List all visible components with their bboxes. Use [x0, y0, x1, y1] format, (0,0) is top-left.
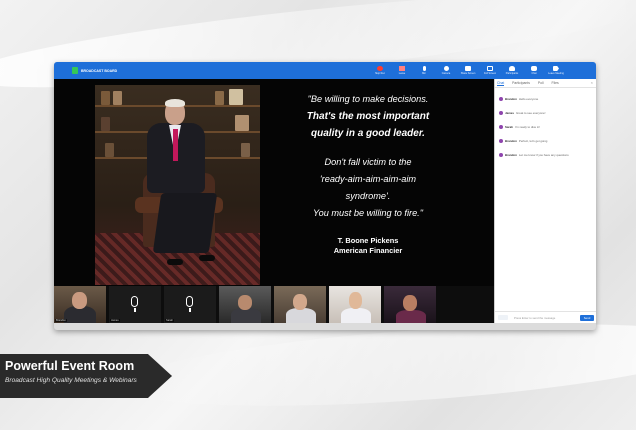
- chat-message: Sarah I'm ready to dive in!: [499, 124, 596, 130]
- message-text: Let me know if you have any questions: [518, 153, 569, 157]
- avatar: [499, 97, 503, 101]
- camera-icon: [443, 66, 449, 71]
- participant-strip: Brandon James Sarah: [54, 286, 494, 323]
- participant-tile[interactable]: [219, 286, 271, 323]
- avatar: [499, 125, 503, 129]
- chat-input[interactable]: Press Enter to send the message: [514, 316, 574, 320]
- participant-tile[interactable]: [329, 286, 381, 323]
- message-text: Hello everyone: [518, 97, 539, 101]
- send-button[interactable]: Send: [580, 315, 594, 321]
- message-author: Brandon: [505, 97, 517, 101]
- chat-message: Brandon Hello everyone: [499, 96, 596, 102]
- leave-button[interactable]: Leave: [391, 62, 413, 79]
- logo-text: BROADCAST BOARD: [81, 68, 118, 73]
- chat-panel: Chat Participants Poll Files × Brandon H…: [494, 79, 596, 323]
- banner-subtitle: Broadcast High Quality Meetings & Webina…: [5, 377, 137, 384]
- mic-button[interactable]: Mic: [413, 62, 435, 79]
- tool-label: Stop Rec: [375, 72, 385, 75]
- participants-icon: [509, 66, 515, 71]
- participant-name: Brandon: [55, 319, 67, 322]
- emoji-icon[interactable]: [498, 315, 508, 320]
- participant-tile[interactable]: [274, 286, 326, 323]
- quote-line: You must be willing to fire.": [313, 208, 423, 218]
- participants-button[interactable]: Participants: [501, 62, 523, 79]
- fullscreen-icon: [487, 66, 493, 71]
- chat-message: Brandon Let me know if you have any ques…: [499, 152, 596, 158]
- chat-message: James Great to see everyone!: [499, 110, 596, 116]
- quote-line: "Be willing to make decisions.: [307, 94, 429, 104]
- quote-author: T. Boone Pickens: [337, 236, 399, 245]
- tab-files[interactable]: Files: [552, 81, 559, 85]
- leave-meeting-button[interactable]: Leave Meeting: [545, 62, 567, 79]
- participant-name: James: [110, 319, 120, 322]
- message-author: Brandon: [505, 153, 517, 157]
- mic-icon: [186, 296, 193, 307]
- participant-name: Sarah: [165, 319, 174, 322]
- quote-line: 'ready-aim-aim-aim-aim: [319, 174, 417, 184]
- app-logo: BROADCAST BOARD: [72, 67, 117, 74]
- quote-line: quality in a good leader.: [311, 128, 425, 139]
- promo-banner: Powerful Event Room Broadcast High Quali…: [0, 354, 172, 398]
- tool-label: Camera: [441, 72, 451, 75]
- stop-recording-button[interactable]: Stop Rec: [369, 62, 391, 79]
- record-icon: [377, 66, 383, 71]
- tool-label: Chat: [531, 72, 537, 75]
- tool-label: Leave: [398, 72, 406, 75]
- message-text: Great to see everyone!: [516, 111, 546, 115]
- mic-icon: [131, 296, 138, 307]
- chat-tabs: Chat Participants Poll Files ×: [495, 79, 596, 88]
- participant-tile[interactable]: Sarah: [164, 286, 216, 323]
- share-screen-icon: [465, 66, 471, 71]
- camera-button[interactable]: Camera: [435, 62, 457, 79]
- mic-icon: [422, 66, 426, 71]
- close-icon[interactable]: ×: [591, 80, 593, 85]
- chat-button[interactable]: Chat: [523, 62, 545, 79]
- banner-title: Powerful Event Room: [5, 359, 135, 373]
- tool-label: Leave Meeting: [548, 72, 564, 75]
- avatar: [499, 153, 503, 157]
- participant-tile[interactable]: James: [109, 286, 161, 323]
- message-author: James: [505, 111, 515, 115]
- logo-mark-icon: [72, 67, 78, 74]
- participant-tile[interactable]: Brandon: [54, 286, 106, 323]
- chat-composer: Press Enter to send the message Send: [495, 311, 596, 323]
- message-author: Brandon: [505, 139, 517, 143]
- main-presentation-stage: "Be willing to make decisions. That's th…: [54, 79, 494, 302]
- leave-icon: [399, 66, 405, 71]
- avatar: [499, 139, 503, 143]
- exit-icon: [553, 66, 559, 71]
- top-toolbar: BROADCAST BOARD Stop Rec Leave Mic Camer…: [54, 62, 596, 79]
- message-text: I'm ready to dive in!: [515, 125, 541, 129]
- tool-label: Share Screen: [460, 72, 476, 75]
- quote-author-role: American Financier: [333, 246, 403, 255]
- tool-label: Participants: [505, 72, 519, 75]
- message-author: Sarah: [505, 125, 514, 129]
- tab-poll[interactable]: Poll: [538, 81, 544, 85]
- fullscreen-button[interactable]: Full Screen: [479, 62, 501, 79]
- toolbar-buttons: Stop Rec Leave Mic Camera Share Screen F…: [369, 62, 567, 79]
- quote-line: That's the most important: [306, 111, 430, 122]
- message-text: Perfect, let's get going: [518, 139, 548, 143]
- tool-label: Mic: [422, 72, 426, 75]
- tool-label: Full Screen: [483, 72, 497, 75]
- chat-icon: [531, 66, 537, 71]
- share-screen-button[interactable]: Share Screen: [457, 62, 479, 79]
- speaker-portrait-image: [95, 85, 260, 285]
- quote-line: syndrome'.: [345, 191, 391, 201]
- quote-line: Don't fall victim to the: [324, 157, 412, 167]
- quote-text-block: "Be willing to make decisions. That's th…: [268, 91, 468, 256]
- participant-tile[interactable]: [384, 286, 436, 323]
- tab-participants[interactable]: Participants: [512, 81, 530, 85]
- tab-chat[interactable]: Chat: [497, 81, 505, 86]
- avatar: [499, 111, 503, 115]
- chat-message: Brandon Perfect, let's get going: [499, 138, 596, 144]
- event-room-window: BROADCAST BOARD Stop Rec Leave Mic Camer…: [54, 62, 596, 330]
